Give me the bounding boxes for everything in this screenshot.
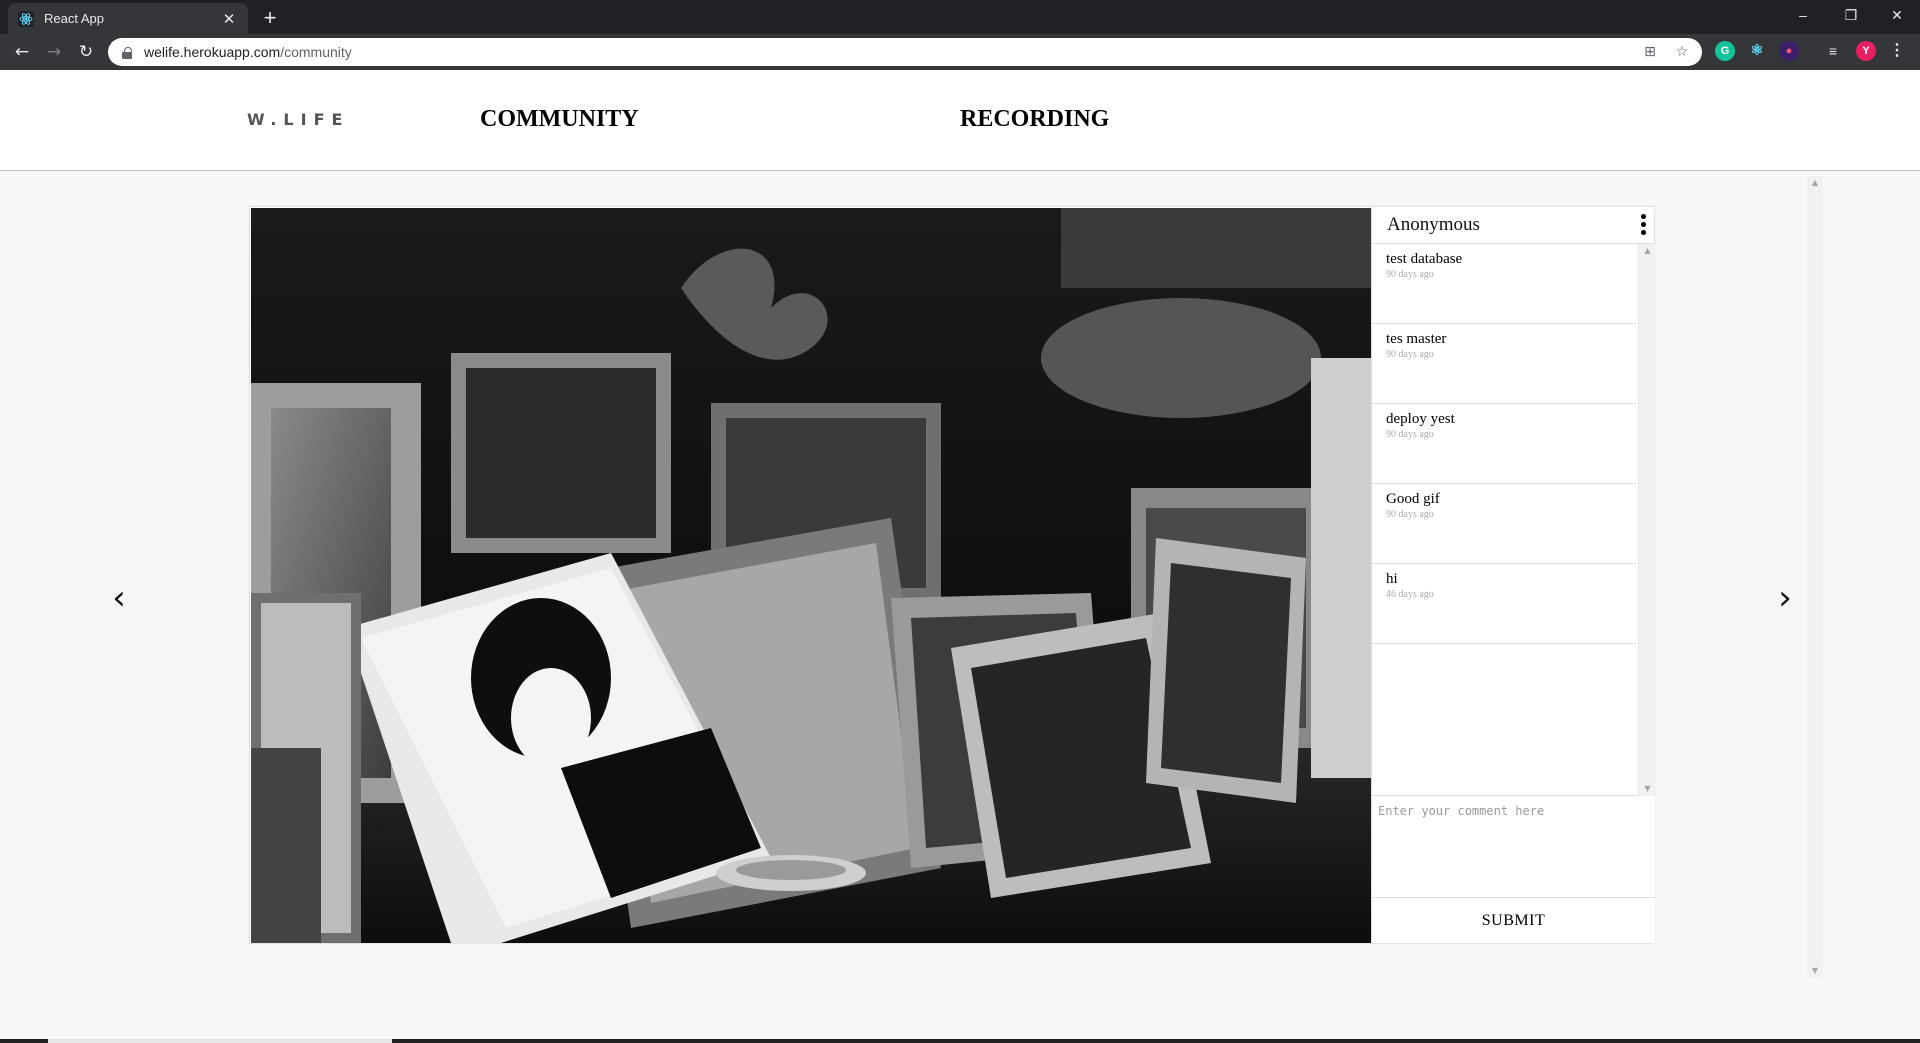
comment-item: hi 46 days ago: [1372, 564, 1636, 644]
browser-tab[interactable]: React App ✕: [8, 3, 248, 34]
comments-scrollbar[interactable]: ▲ ▼: [1638, 244, 1655, 796]
close-window-icon[interactable]: ✕: [1874, 0, 1920, 30]
scroll-down-icon[interactable]: ▼: [1807, 964, 1823, 978]
close-tab-icon[interactable]: ✕: [220, 10, 238, 28]
comment-time: 90 days ago: [1386, 269, 1434, 280]
submit-button[interactable]: SUBMIT: [1372, 898, 1655, 943]
url-path: /community: [280, 44, 352, 60]
forward-icon[interactable]: →: [40, 38, 68, 66]
comments-panel: Anonymous test database 90 days ago tes …: [1371, 207, 1655, 943]
scroll-down-icon[interactable]: ▼: [1639, 782, 1656, 796]
comments-section: test database 90 days ago tes master 90 …: [1372, 244, 1655, 796]
lock-icon: [122, 46, 132, 59]
comment-item: deploy yest 90 days ago: [1372, 404, 1636, 484]
post-image: [251, 208, 1371, 943]
extension-icon[interactable]: ●: [1779, 41, 1799, 61]
comment-time: 90 days ago: [1386, 349, 1434, 360]
browser-menu-icon[interactable]: ⋮: [1887, 41, 1907, 61]
minimize-icon[interactable]: –: [1780, 0, 1826, 30]
react-icon: [18, 10, 34, 27]
post-card: Anonymous test database 90 days ago tes …: [250, 207, 1655, 943]
restore-icon[interactable]: ❐: [1828, 0, 1874, 30]
grammarly-icon[interactable]: G: [1715, 41, 1735, 61]
comment-item: test database 90 days ago: [1372, 244, 1636, 324]
carousel-prev-button[interactable]: ‹: [104, 578, 134, 618]
comment-text: tes master: [1386, 331, 1447, 347]
reload-icon[interactable]: ↻: [72, 38, 100, 66]
comment-text: deploy yest: [1386, 411, 1455, 427]
bottom-bar: [0, 1039, 1920, 1043]
app-header: W.LIFE COMMUNITY RECORDING: [0, 70, 1920, 171]
nav-recording[interactable]: RECORDING: [960, 106, 1109, 133]
url-host: welife.herokuapp.com: [144, 44, 281, 60]
comment-time: 90 days ago: [1386, 429, 1434, 440]
comment-input[interactable]: [1372, 796, 1655, 898]
comment-text: Good gif: [1386, 491, 1440, 507]
react-devtools-icon[interactable]: ⚛: [1747, 41, 1767, 61]
more-options-icon[interactable]: [1641, 214, 1647, 238]
scroll-up-icon[interactable]: ▲: [1807, 176, 1823, 190]
comment-item: Good gif 90 days ago: [1372, 484, 1636, 564]
back-icon[interactable]: ←: [8, 38, 36, 66]
bookmark-star-icon[interactable]: ☆: [1672, 42, 1692, 62]
browser-tabbar: React App ✕ + – ❐ ✕: [0, 0, 1920, 34]
comment-text: hi: [1386, 571, 1398, 587]
translate-icon[interactable]: ⊞: [1640, 42, 1660, 62]
new-tab-icon[interactable]: +: [256, 4, 284, 32]
comment-time: 90 days ago: [1386, 509, 1434, 520]
comment-text: test database: [1386, 251, 1463, 267]
profile-avatar[interactable]: Y: [1856, 41, 1876, 61]
comment-list[interactable]: test database 90 days ago tes master 90 …: [1372, 244, 1636, 796]
post-author: Anonymous: [1387, 214, 1480, 235]
media-queue-icon[interactable]: ≡: [1823, 41, 1843, 61]
address-bar[interactable]: welife.herokuapp.com/community ⊞ ☆: [108, 38, 1702, 66]
browser-toolbar: ← → ↻ welife.herokuapp.com/community ⊞ ☆…: [0, 34, 1920, 70]
page-scrollbar[interactable]: ▲ ▼: [1807, 176, 1823, 978]
comment-item: tes master 90 days ago: [1372, 324, 1636, 404]
carousel-next-button[interactable]: ›: [1770, 578, 1800, 618]
post-photo-illustration: [251, 208, 1371, 943]
post-header: Anonymous: [1372, 207, 1654, 244]
nav-community[interactable]: COMMUNITY: [480, 106, 639, 133]
site-logo[interactable]: W.LIFE: [247, 110, 349, 129]
comment-time: 46 days ago: [1386, 589, 1434, 600]
tab-title: React App: [44, 11, 104, 26]
scroll-up-icon[interactable]: ▲: [1639, 244, 1656, 258]
